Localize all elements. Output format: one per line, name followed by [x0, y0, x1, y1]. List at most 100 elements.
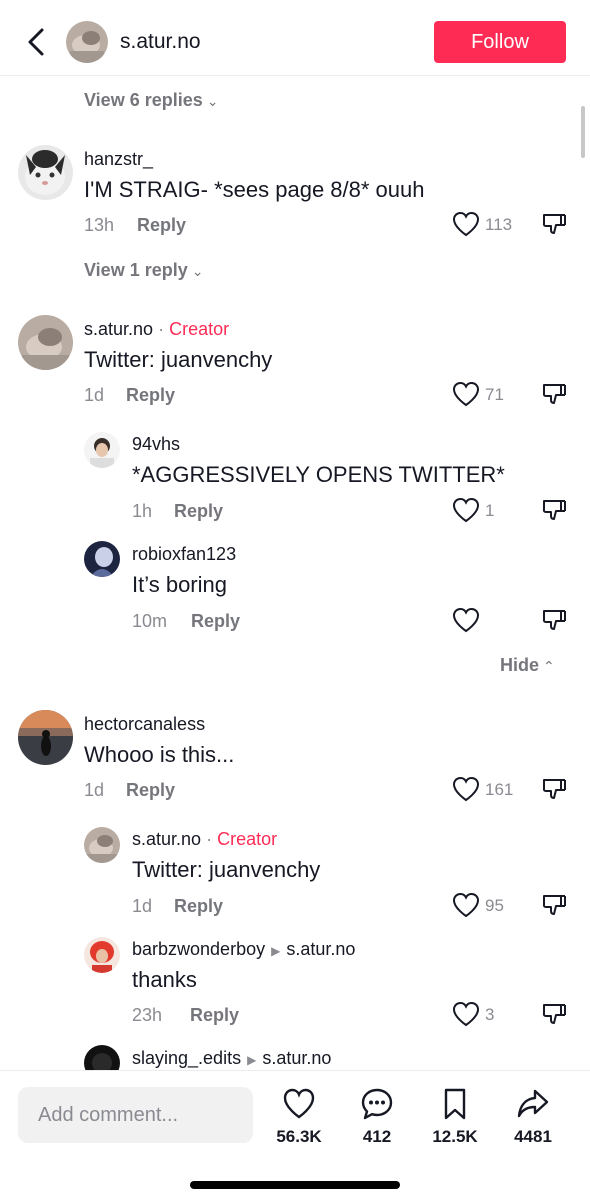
like-button[interactable] [452, 497, 480, 523]
heart-outline-icon [452, 211, 480, 237]
reply-username-row: slaying_.edits ▶ s.atur.no [132, 1048, 331, 1069]
like-count: 71 [485, 385, 504, 404]
reply-button[interactable]: Reply [126, 385, 175, 406]
dislike-icon[interactable] [541, 607, 567, 633]
bookmark-button[interactable]: 12.5K [420, 1087, 490, 1147]
comment-count: 412 [362, 1127, 392, 1146]
heart-outline-icon [452, 381, 480, 407]
reply-time: 10m [132, 611, 168, 631]
avatar[interactable] [84, 827, 120, 863]
comment-text: Twitter: juanvenchy [84, 347, 273, 372]
reply-to-arrow-icon: ▶ [271, 944, 281, 958]
reply-button[interactable]: Reply [174, 896, 223, 917]
reply-time: 1d [132, 896, 153, 916]
comment-username-row: s.atur.no · Creator [84, 319, 229, 340]
reply-username-row: s.atur.no · Creator [132, 829, 277, 850]
reply-button[interactable]: Reply [137, 215, 186, 236]
reply-username[interactable]: slaying_.edits [132, 1048, 241, 1068]
avatar[interactable] [84, 937, 120, 973]
reply-button[interactable]: Reply [126, 780, 175, 801]
avatar[interactable] [18, 315, 73, 370]
like-button[interactable] [452, 1001, 480, 1027]
avatar[interactable] [84, 541, 120, 577]
like-count: 3 [485, 1005, 495, 1024]
like-count: 161 [485, 780, 514, 799]
view-replies-button[interactable]: View 6 replies ⌄ [84, 90, 218, 111]
like-button[interactable] [452, 892, 480, 918]
reply-username[interactable]: 94vhs [132, 434, 180, 455]
like-button[interactable] [452, 381, 480, 407]
separator-dot: · [206, 829, 213, 849]
like-button[interactable] [452, 211, 480, 237]
comment-time: 1d [84, 780, 105, 800]
hide-replies-button[interactable]: Hide ⌃ [500, 655, 555, 676]
follow-button[interactable]: Follow [434, 21, 566, 63]
bookmark-count: 12.5K [432, 1127, 478, 1146]
reply-to-username[interactable]: s.atur.no [286, 939, 355, 959]
comment-bubble-icon [361, 1088, 393, 1120]
like-count: 56.3K [276, 1127, 322, 1146]
bookmark-icon [444, 1088, 466, 1120]
scrollbar[interactable] [581, 106, 585, 158]
comment-time: 13h [84, 215, 115, 235]
comment-username[interactable]: s.atur.no [84, 319, 153, 339]
dislike-icon[interactable] [541, 776, 567, 802]
reply-username[interactable]: s.atur.no [132, 829, 201, 849]
heart-outline-icon [452, 497, 480, 523]
share-icon [517, 1089, 549, 1118]
comment-username[interactable]: hectorcanaless [84, 714, 205, 735]
heart-outline-icon [452, 607, 480, 633]
dislike-icon[interactable] [541, 381, 567, 407]
reply-button[interactable]: Reply [190, 1005, 239, 1026]
reply-text: Twitter: juanvenchy [132, 857, 321, 882]
reply-username-row: barbzwonderboy ▶ s.atur.no [132, 939, 355, 960]
dislike-icon[interactable] [541, 211, 567, 237]
dislike-icon[interactable] [541, 892, 567, 918]
home-indicator[interactable] [190, 1181, 400, 1189]
reply-text: It’s boring [132, 572, 227, 597]
dislike-icon[interactable] [541, 497, 567, 523]
add-comment-input[interactable] [18, 1087, 253, 1143]
creator-badge: Creator [169, 319, 230, 339]
comment-text: Whooo is this... [84, 742, 235, 767]
reply-username[interactable]: robioxfan123 [132, 544, 236, 565]
share-count: 4481 [514, 1127, 552, 1146]
reply-text: thanks [132, 967, 197, 992]
view-replies-button[interactable]: View 1 reply ⌄ [84, 260, 203, 281]
separator-dot: · [158, 319, 165, 339]
like-count: 1 [485, 501, 495, 520]
reply-button[interactable]: Reply [191, 611, 240, 632]
avatar[interactable] [84, 432, 120, 468]
like-button[interactable] [452, 607, 480, 633]
reply-button[interactable]: Reply [174, 501, 223, 522]
share-button[interactable]: 4481 [498, 1087, 568, 1147]
view-replies-label: View 1 reply [84, 260, 188, 280]
heart-outline-icon [452, 776, 480, 802]
reply-to-username[interactable]: s.atur.no [262, 1048, 331, 1068]
reply-to-arrow-icon: ▶ [247, 1053, 257, 1067]
dislike-icon[interactable] [541, 1001, 567, 1027]
comment-time: 1d [84, 385, 105, 405]
back-arrow-icon[interactable] [24, 24, 52, 60]
chevron-down-icon: ⌄ [206, 93, 219, 109]
heart-outline-icon [452, 1001, 480, 1027]
view-replies-label: View 6 replies [84, 90, 203, 110]
avatar[interactable] [18, 710, 73, 765]
hide-label: Hide [500, 655, 540, 675]
comments-button[interactable]: 412 [342, 1087, 412, 1147]
like-count: 113 [485, 215, 513, 234]
avatar[interactable] [66, 21, 108, 63]
reply-text: *AGGRESSIVELY OPENS TWITTER* [132, 462, 505, 487]
avatar[interactable] [18, 145, 73, 200]
heart-icon [283, 1088, 315, 1119]
like-button[interactable] [452, 776, 480, 802]
heart-outline-icon [452, 892, 480, 918]
profile-username[interactable]: s.atur.no [120, 30, 201, 54]
top-bar: s.atur.no Follow [0, 0, 590, 76]
reply-time: 23h [132, 1005, 163, 1025]
bottom-bar: 56.3K 412 12.5K 4481 [0, 1070, 590, 1200]
comment-username[interactable]: hanzstr_ [84, 149, 153, 170]
reply-username[interactable]: barbzwonderboy [132, 939, 265, 959]
creator-badge: Creator [217, 829, 278, 849]
like-video-button[interactable]: 56.3K [264, 1087, 334, 1147]
